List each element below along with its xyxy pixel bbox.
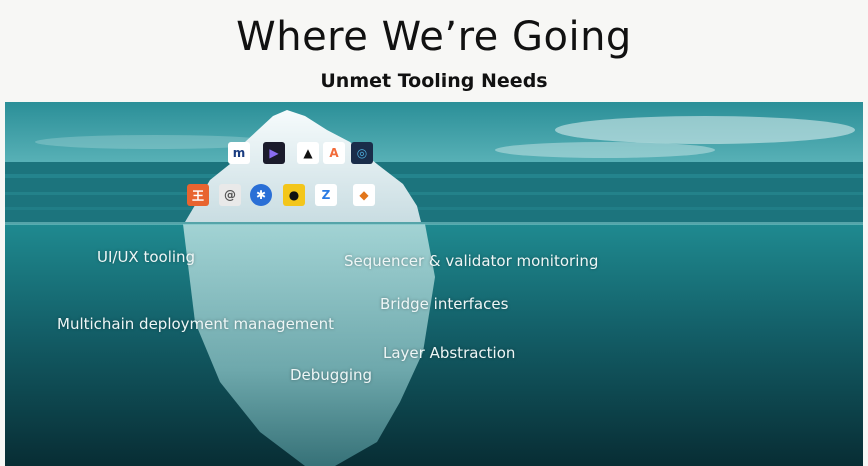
waterline — [5, 222, 863, 225]
round-m-logo-icon: m — [228, 142, 250, 164]
iceberg-scene: m ▶ ▲ A ◎ 王 @ ✱ ● Z ◆ UI/UX tooling Sequ… — [5, 102, 863, 466]
label-debugging: Debugging — [290, 366, 373, 384]
circle-target-logo-icon: ◎ — [351, 142, 373, 164]
label-multichain-deployment-management: Multichain deployment management — [57, 315, 335, 333]
play-triangle-logo-icon: ▶ — [263, 142, 285, 164]
label-sequencer-validator-monitoring: Sequencer & validator monitoring — [344, 252, 599, 270]
slide-title: Where We’re Going — [236, 14, 632, 60]
iceberg-illustration — [5, 102, 863, 466]
yellow-helmet-logo-icon: ● — [283, 184, 305, 206]
label-layer-abstraction: Layer Abstraction — [383, 344, 516, 362]
cloud — [495, 142, 715, 158]
label-bridge-interfaces: Bridge interfaces — [380, 295, 509, 313]
label-ui-ux-tooling: UI/UX tooling — [97, 248, 196, 266]
spiral-logo-icon: @ — [219, 184, 241, 206]
orange-a-sparkle-logo-icon: A — [323, 142, 345, 164]
red-square-logo-icon: 王 — [187, 184, 209, 206]
triangle-a-logo-icon: ▲ — [297, 142, 319, 164]
cloud — [555, 116, 855, 144]
blue-gear-logo-icon: ✱ — [250, 184, 272, 206]
slide-subtitle: Unmet Tooling Needs — [320, 70, 548, 92]
fox-logo-icon: ◆ — [353, 184, 375, 206]
z-logo-icon: Z — [315, 184, 337, 206]
